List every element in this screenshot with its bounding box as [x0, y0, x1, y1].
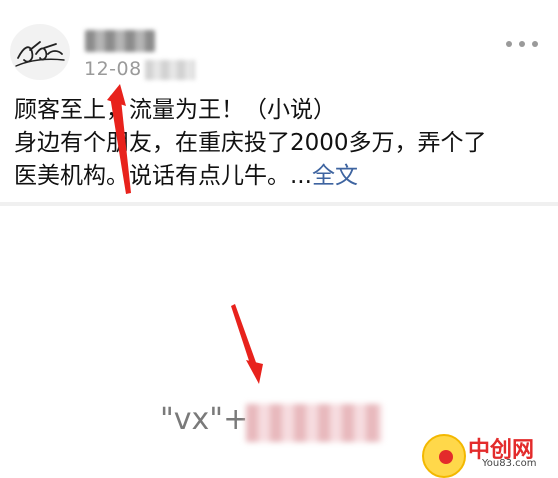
- contact-text: "vx"+: [160, 402, 249, 437]
- arrow-to-contact-head-icon: [246, 360, 263, 384]
- user-avatar[interactable]: [10, 24, 70, 80]
- post-text-line-1: 顾客至上，流量为王！（小说）: [14, 97, 336, 123]
- post-text-line-3: 医美机构。说话有点儿牛。...全文: [14, 160, 549, 193]
- post-text-line-2: 身边有个朋友，在重庆投了2000多万，弄个了: [14, 130, 487, 156]
- expand-full-text-link[interactable]: 全文: [312, 163, 358, 189]
- more-dot: [532, 41, 538, 47]
- post-divider: [0, 202, 558, 206]
- watermark-logo-icon: [422, 434, 466, 478]
- post-text-line-3-text: 医美机构。说话有点儿牛。...: [14, 163, 312, 189]
- post-text: 顾客至上，流量为王！（小说） 身边有个朋友，在重庆投了2000多万，弄个了 医美…: [14, 94, 549, 193]
- post-date: 12-08: [84, 58, 142, 80]
- more-dots-icon[interactable]: [506, 34, 538, 54]
- watermark-logo-dot: [439, 450, 453, 464]
- signature-avatar-icon: [15, 41, 65, 67]
- moments-post-card: 12-08 顾客至上，流量为王！（小说） 身边有个朋友，在重庆投了2000多万，…: [0, 0, 558, 478]
- site-watermark: 中创网 You83.com: [420, 430, 550, 478]
- more-dot: [519, 41, 525, 47]
- username-redacted[interactable]: [85, 30, 155, 52]
- contact-id-redacted: [246, 404, 382, 442]
- arrow-to-contact-icon: [231, 304, 258, 370]
- more-dot: [506, 41, 512, 47]
- watermark-url: You83.com: [482, 458, 537, 469]
- post-source-redacted: [145, 60, 195, 80]
